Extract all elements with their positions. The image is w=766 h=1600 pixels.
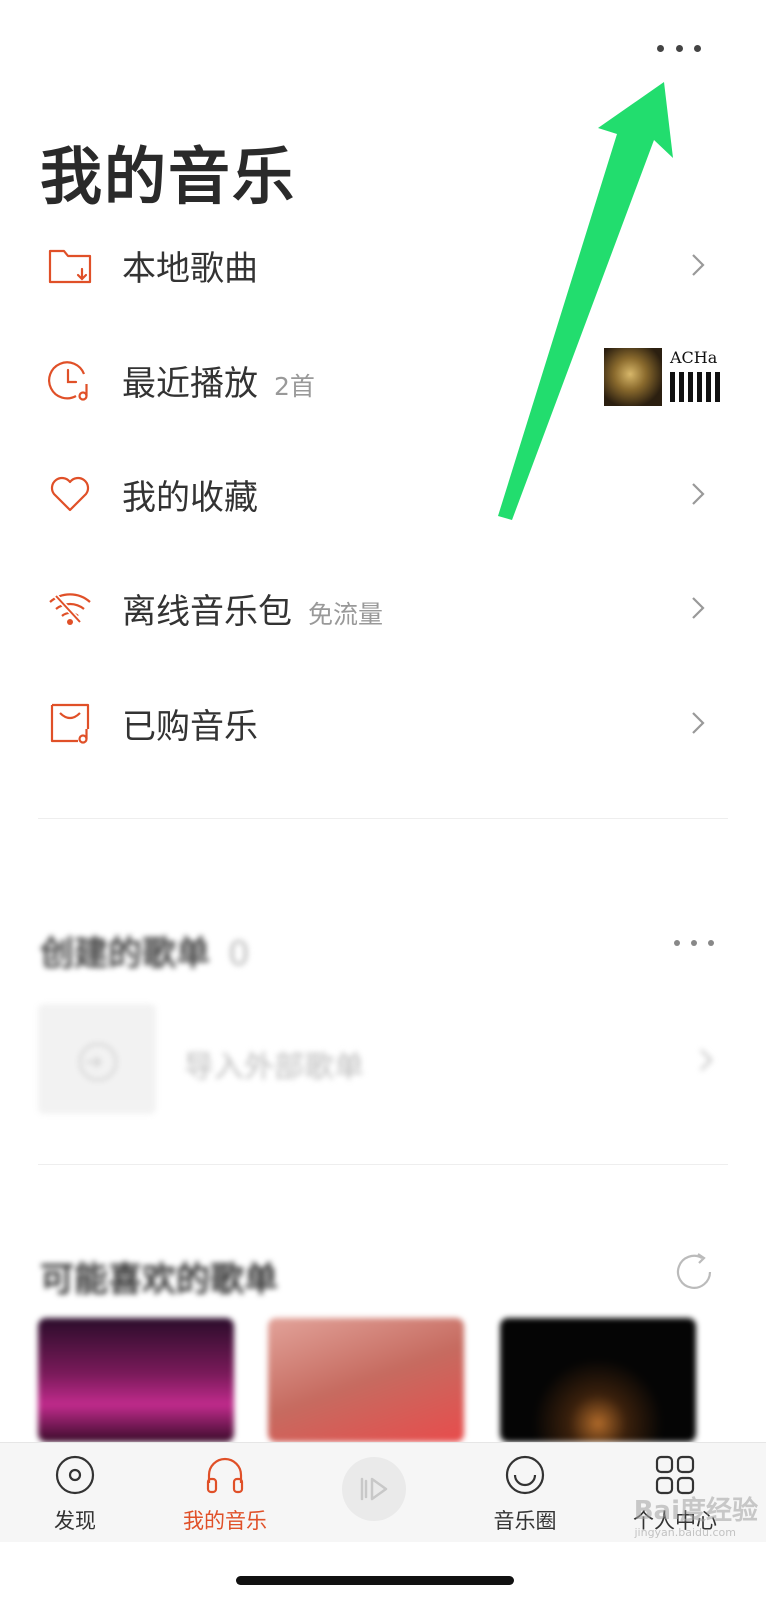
- menu-label: 最近播放 2首: [122, 363, 315, 404]
- smile-circle-icon: [505, 1455, 545, 1495]
- purchased-bag-icon: [50, 703, 90, 744]
- headphones-icon: [206, 1457, 244, 1494]
- recommended-title: 可能喜欢的歌单: [40, 1260, 278, 1300]
- folder-download-icon: [48, 249, 92, 284]
- chevron-right-icon: [700, 1049, 713, 1071]
- menu-item-offline-package[interactable]: 离线音乐包 免流量: [0, 558, 766, 658]
- chevron-right-icon: [692, 483, 705, 505]
- player-button[interactable]: [342, 1457, 406, 1521]
- clock-music-icon: [48, 361, 88, 401]
- album-thumbnail: [604, 348, 662, 406]
- chevron-right-icon: [692, 254, 705, 276]
- menu-label: 本地歌曲: [122, 248, 258, 289]
- menu-sub: 2首: [274, 371, 315, 401]
- menu-item-favorites[interactable]: 我的收藏: [0, 444, 766, 544]
- playlist-card[interactable]: [268, 1318, 464, 1442]
- recent-thumbnails[interactable]: ACHa: [604, 348, 726, 406]
- import-playlist-row[interactable]: 导入外部歌单: [38, 1004, 728, 1114]
- created-playlists-more-button[interactable]: [674, 938, 714, 948]
- playlist-card[interactable]: [500, 1318, 696, 1442]
- player-play-icon: [360, 1477, 388, 1501]
- menu-item-local-songs[interactable]: 本地歌曲: [0, 215, 766, 315]
- home-indicator[interactable]: [236, 1576, 514, 1585]
- chevron-right-icon: [692, 712, 705, 734]
- menu-label: 已购音乐: [122, 706, 258, 747]
- import-label: 导入外部歌单: [184, 1050, 364, 1085]
- menu-label: 我的收藏: [122, 477, 258, 518]
- import-cover: [38, 1004, 156, 1114]
- heart-icon: [50, 476, 90, 512]
- disc-icon: [55, 1455, 95, 1495]
- chevron-right-icon: [692, 597, 705, 619]
- menu-item-purchased[interactable]: 已购音乐: [0, 673, 766, 773]
- created-playlists-title: 创建的歌单 0: [40, 934, 250, 974]
- more-dots-icon: [657, 44, 664, 52]
- page-title: 我的音乐: [40, 140, 297, 213]
- playlist-card[interactable]: [38, 1318, 234, 1442]
- divider: [38, 1164, 728, 1165]
- menu-sub: 免流量: [308, 599, 384, 629]
- tab-my-music[interactable]: 我的音乐: [170, 1453, 280, 1539]
- tab-music-circle[interactable]: 音乐圈: [470, 1453, 580, 1539]
- divider: [38, 818, 728, 819]
- watermark: Bai度经验: [633, 1496, 758, 1526]
- more-options-button[interactable]: [654, 36, 704, 60]
- menu-label: 离线音乐包 免流量: [122, 591, 384, 632]
- watermark-url: jingyan.baidu.com: [634, 1526, 736, 1539]
- album-thumbnail: ACHa: [668, 348, 726, 406]
- refresh-icon[interactable]: [672, 1250, 716, 1294]
- import-icon: [79, 1043, 117, 1081]
- tab-discover[interactable]: 发现: [20, 1453, 130, 1539]
- recommended-playlists: [38, 1318, 728, 1442]
- wifi-offline-icon: [49, 592, 91, 626]
